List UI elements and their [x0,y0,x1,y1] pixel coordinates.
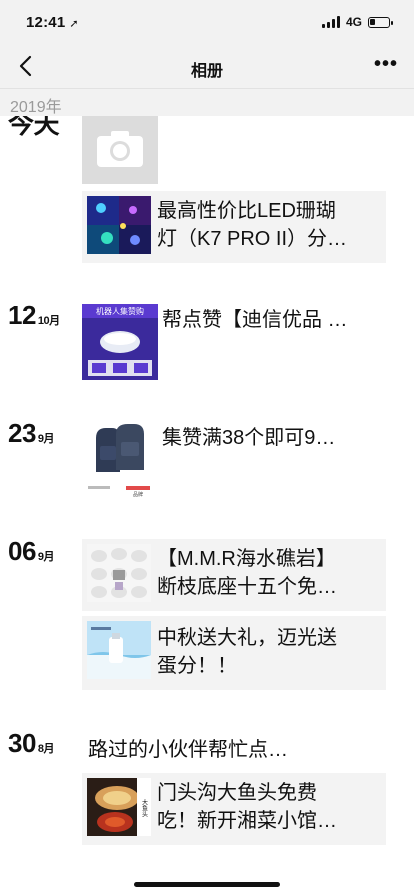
post-text-line: 吃！新开湘菜小馆… [157,810,337,832]
album-feed[interactable]: 今天 最高性价比LED珊瑚 灯（K7 PRO II）分… 12 10月 机器人集… [0,116,414,896]
status-time: 12:41 ➚ [26,14,79,31]
year-label: 2019年 [10,99,62,116]
date-oct-12: 12 10月 [8,300,60,331]
post-text-line: 灯（K7 PRO II）分… [157,228,348,250]
thumb-food-text: 大鱼头 [141,798,148,818]
post-text-line: 【M.M.R海水礁岩】 [157,548,336,570]
month-label: 10月 [37,315,60,327]
post-card-mmr[interactable]: 【M.M.R海水礁岩】 断枝底座十五个免… [82,539,386,611]
date-aug-30: 30 8月 [8,728,55,759]
post-text: 门头沟大鱼头免费 吃！新开湘菜小馆… [157,779,378,835]
battery-icon [368,16,393,28]
post-card-fishhead[interactable]: 大鱼头 门头沟大鱼头免费 吃！新开湘菜小馆… [82,773,386,845]
date-today: 今天 [8,116,60,141]
post-text-line: 最高性价比LED珊瑚 [157,200,336,222]
post-text: 中秋送大礼，迈光送 蛋分！！ [157,624,378,680]
location-arrow-icon: ➚ [69,18,79,30]
day-label: 30 [8,728,36,758]
page-title: 相册 [190,63,223,80]
post-thumbnail-frags [87,544,151,602]
signal-icon [321,16,340,28]
post-text-line: 门头沟大鱼头免费 [157,782,317,804]
day-label: 12 [8,300,36,330]
day-label: 今天 [8,116,60,139]
network-type: 4G [345,15,362,29]
month-label: 8月 [37,743,55,755]
post-card-midautumn[interactable]: 中秋送大礼，迈光送 蛋分！！ [82,616,386,690]
post-text-line: 路过的小伙伴帮忙点… [88,739,288,761]
camera-icon [97,131,143,167]
post-thumbnail [87,196,151,254]
add-photo-button[interactable] [82,116,158,184]
post-text-line: 帮点赞【迪信优品 … [162,309,348,331]
day-label: 06 [8,536,36,566]
status-time-text: 12:41 [26,14,66,31]
post-text[interactable]: 集赞满38个即可9… [162,424,404,452]
post-text: 最高性价比LED珊瑚 灯（K7 PRO II）分… [157,197,378,253]
status-right: 4G [321,15,393,29]
day-label: 23 [8,418,36,448]
post-text: 【M.M.R海水礁岩】 断枝底座十五个免… [157,545,378,601]
thumb-title-text: 机器人集赞购 [96,306,144,316]
post-text-line: 蛋分！！ [157,655,237,677]
more-options-icon[interactable]: ••• [374,53,398,76]
year-header: 2019年 [0,89,414,116]
month-label: 9月 [37,433,55,445]
post-thumbnail-backpack[interactable]: 品牌 [82,416,158,500]
month-label: 9月 [37,551,55,563]
post-thumbnail-food: 大鱼头 [87,778,151,836]
post-text[interactable]: 帮点赞【迪信优品 … [162,306,404,334]
post-text-only[interactable]: 路过的小伙伴帮忙点… [88,736,404,764]
status-bar: 12:41 ➚ 4G [0,0,414,44]
post-text-line: 中秋送大礼，迈光送 [157,627,337,649]
date-sep-23: 23 9月 [8,418,55,449]
thumb-brand-text: 品牌 [133,491,143,498]
battery-level [370,18,375,25]
post-text-line: 断枝底座十五个免… [157,576,337,598]
post-card-led[interactable]: 最高性价比LED珊瑚 灯（K7 PRO II）分… [82,191,386,263]
post-text-line: 集赞满38个即可9… [162,427,336,449]
date-sep-06: 06 9月 [8,536,55,567]
post-thumbnail-robot[interactable]: 机器人集赞购 [82,304,158,380]
nav-bar: 相册 ••• [0,44,414,89]
post-thumbnail-beach [87,621,151,679]
home-indicator[interactable] [134,882,280,887]
